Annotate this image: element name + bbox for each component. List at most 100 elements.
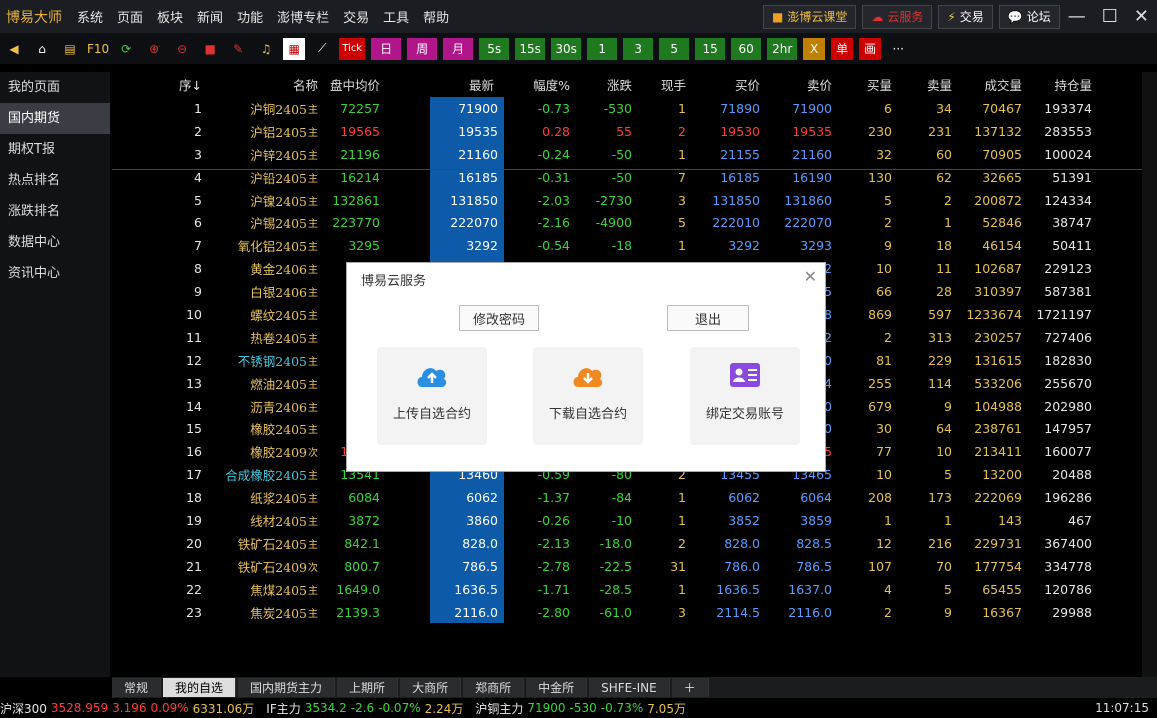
download-watchlist-button[interactable]: 下载自选合约 [533,347,643,445]
col-index[interactable]: 序↓ [152,72,202,97]
col-bid-qty[interactable]: 买量 [832,72,892,97]
day-button[interactable]: 日 [371,37,402,60]
zoom-in-icon[interactable]: ⊕ [143,38,165,60]
col-vol[interactable]: 现手 [632,72,686,97]
bind-account-button[interactable]: 绑定交易账号 [690,347,800,445]
tab-czce[interactable]: 郑商所 [463,678,525,697]
col-avg[interactable]: 盘中均价 [318,72,380,97]
5s-button[interactable]: 5s [479,37,510,60]
menu-trade[interactable]: 交易 [336,7,376,26]
trade-button[interactable]: ⚡ 交易 [938,4,993,29]
table-row[interactable]: 23 焦炭2405 主 2139.3 2116.0 -2.80 -61.0 3 2114.5 21… [112,600,1142,624]
vertical-scrollbar[interactable] [1142,72,1157,677]
60min-button[interactable]: 60 [731,37,762,60]
table-row[interactable]: 2 沪铝2405 主 19565 19535 0.28 55 2 19530 19535 230 23… [112,119,1142,143]
notes-icon[interactable]: ▤ [59,38,81,60]
tab-shfe-ine[interactable]: SHFE-INE [589,678,670,697]
order-button[interactable]: 单 [831,37,854,60]
sidebar-item-domestic-futures[interactable]: 国内期货 [0,103,110,134]
table-row[interactable]: 19 线材2405 主 3872 3860 -0.26 -10 1 3852 3859 1 1 143 4… [112,509,1142,532]
tab-my-watchlist[interactable]: 我的自选 [163,678,237,697]
refresh-icon[interactable]: ⟳ [115,38,137,60]
col-turnover[interactable]: 成交量 [952,72,1022,97]
close-icon[interactable]: ✕ [804,267,817,286]
menu-system[interactable]: 系统 [70,7,110,26]
month-button[interactable]: 月 [443,37,474,60]
cloud-service-button[interactable]: ☁ 云服务 [862,4,933,29]
sidebar-item-my-page[interactable]: 我的页面 [0,72,110,103]
table-row[interactable]: 21 铁矿石2409 次 800.7 786.5 -2.78 -22.5 31 786.0 786… [112,554,1142,578]
maximize-icon[interactable]: ☐ [1094,6,1126,27]
col-last[interactable]: 最新 [436,72,494,97]
bell-icon[interactable]: ♫ [255,38,277,60]
table-row[interactable]: 5 沪镍2405 主 132861 131850 -2.03 -2730 3 131850 131… [112,188,1142,212]
menu-news[interactable]: 新闻 [190,7,230,26]
sidebar-item-info-center[interactable]: 资讯中心 [0,258,110,289]
cell-ask: 19535 [792,123,832,139]
cell-pct: -0.73 [537,100,570,116]
col-pct[interactable]: 幅度% [504,72,570,97]
cell-vol: 1 [678,100,686,116]
logout-button[interactable]: 退出 [667,305,749,331]
cell-turnover: 137132 [974,123,1022,139]
table-row[interactable]: 20 铁矿石2405 主 842.1 828.0 -2.13 -18.0 2 828.0 828.… [112,531,1142,555]
menu-page[interactable]: 页面 [110,7,150,26]
close-icon[interactable]: ✕ [1126,6,1157,27]
table-row[interactable]: 22 焦煤2405 主 1649.0 1636.5 -1.71 -28.5 1 1636.5 16… [112,577,1142,601]
table-row[interactable]: 3 沪锌2405 主 21196 21160 -0.24 -50 1 21155 21160 32 6… [112,142,1142,166]
cell-ask-qty: 1 [944,215,952,231]
square-icon[interactable]: ■ [199,38,221,60]
3min-button[interactable]: 3 [623,37,654,60]
more-button[interactable]: ··· [887,38,909,60]
sidebar-item-change-ranking[interactable]: 涨跌排名 [0,196,110,227]
2hr-button[interactable]: 2hr [767,37,798,60]
draw-button[interactable]: 画 [859,37,882,60]
menu-column[interactable]: 澎博专栏 [270,7,336,26]
class-button[interactable]: ■ 澎博云课堂 [762,4,857,29]
menu-sector[interactable]: 板块 [150,7,190,26]
col-chg[interactable]: 涨跌 [570,72,632,97]
upload-watchlist-button[interactable]: 上传自选合约 [377,347,487,445]
col-ask[interactable]: 卖价 [760,72,832,97]
pen-icon[interactable]: ✎ [227,38,249,60]
col-bid[interactable]: 买价 [686,72,760,97]
15min-button[interactable]: 15 [695,37,726,60]
minimize-icon[interactable]: — [1060,6,1094,27]
menu-function[interactable]: 功能 [230,7,270,26]
table-row[interactable]: 7 氧化铝2405 主 3295 3292 -0.54 -18 1 3292 3293 9 18 461… [112,234,1142,258]
30s-button[interactable]: 30s [551,37,582,60]
change-password-button[interactable]: 修改密码 [459,305,539,331]
week-button[interactable]: 周 [407,37,438,60]
15s-button[interactable]: 15s [515,37,546,60]
table-row[interactable]: 18 纸浆2405 主 6084 6062 -1.37 -84 1 6062 6064 208 173… [112,486,1142,510]
1min-button[interactable]: 1 [587,37,618,60]
tab-cffex[interactable]: 中金所 [526,678,588,697]
x-button[interactable]: X [803,37,826,60]
tab-normal[interactable]: 常规 [112,678,162,697]
tab-dce[interactable]: 大商所 [400,678,462,697]
home-icon[interactable]: ⌂ [31,38,53,60]
zoom-out-icon[interactable]: ⊖ [171,38,193,60]
back-arrow-icon[interactable]: ◀ [3,38,25,60]
sidebar-item-data-center[interactable]: 数据中心 [0,227,110,258]
cell-bid-qty: 81 [876,352,892,368]
col-open-interest[interactable]: 持仓量 [1022,72,1092,97]
add-tab-icon[interactable]: ＋ [671,678,709,697]
grid-icon[interactable]: ▦ [283,37,306,60]
table-row[interactable]: 6 沪锡2405 主 223770 222070 -2.16 -4900 5 222010 222… [112,211,1142,235]
chart-icon[interactable]: ⟋ [311,38,333,60]
tab-domestic-main[interactable]: 国内期货主力 [238,678,336,697]
col-name[interactable]: 名称 [202,72,318,97]
menu-help[interactable]: 帮助 [416,7,456,26]
tab-shfe[interactable]: 上期所 [337,678,399,697]
f10-button[interactable]: F10 [87,38,109,60]
menu-tools[interactable]: 工具 [376,7,416,26]
sidebar-item-hot-ranking[interactable]: 热点排名 [0,165,110,196]
table-row[interactable]: 1 沪铜2405 主 72257 71900 -0.73 -530 1 71890 71900 6 3… [112,97,1142,120]
forum-button[interactable]: 💬 论坛 [998,4,1060,29]
cell-pct: -0.26 [537,512,570,528]
sidebar-item-options[interactable]: 期权T报 [0,134,110,165]
5min-button[interactable]: 5 [659,37,690,60]
tick-button[interactable]: Tick [339,37,366,60]
col-ask-qty[interactable]: 卖量 [892,72,952,97]
